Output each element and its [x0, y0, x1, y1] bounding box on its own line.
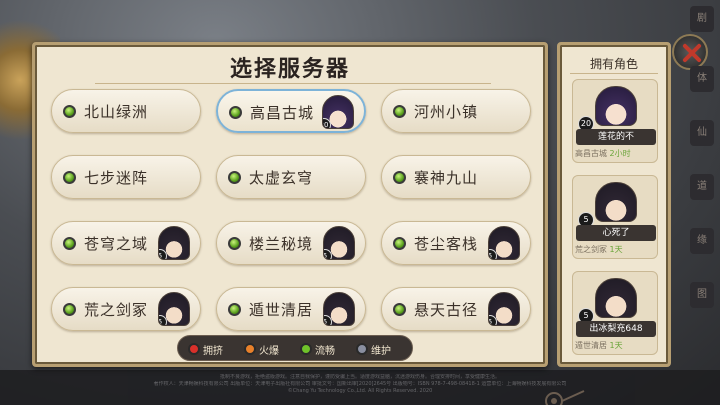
side-tab[interactable]: 缘 — [690, 228, 714, 254]
panel-title: 选择服务器 — [229, 56, 350, 82]
role-last-login: 1天 — [609, 245, 623, 254]
server-button[interactable]: 楼兰秘境 5 — [216, 221, 366, 265]
server-button[interactable]: 河州小镇 — [381, 89, 531, 133]
role-portrait-icon — [595, 86, 637, 126]
role-card[interactable]: 5 出冰梨充648 遁世清居 1天 — [572, 271, 658, 355]
role-server-info: 遁世清居 1天 — [575, 340, 657, 351]
role-avatar-icon: 5 — [158, 226, 190, 260]
server-button[interactable]: 悬天古径 5 — [381, 287, 531, 331]
role-avatar-icon: 5 — [488, 292, 520, 326]
legend-label: 火爆 — [259, 346, 279, 357]
server-name: 荒之剑冢 — [84, 301, 149, 319]
role-portrait-icon — [595, 278, 637, 318]
server-button[interactable]: 苍穹之域 5 — [51, 221, 201, 265]
server-name: 悬天古径 — [414, 301, 479, 319]
role-card[interactable]: 5 心死了 荒之剑冢 1天 — [572, 175, 658, 259]
status-dot-icon — [63, 105, 76, 118]
role-level-badge: 5 — [324, 249, 332, 259]
role-last-login: 2小时 — [609, 149, 631, 158]
legend-label: 维护 — [371, 346, 391, 357]
footer-line: 抵制不良游戏，拒绝盗版游戏。注意自我保护，谨防受骗上当。适度游戏益脑，沉迷游戏伤… — [219, 374, 500, 380]
scroll-ornament-icon — [545, 390, 585, 405]
role-name: 莲花的不 — [576, 129, 656, 145]
role-card[interactable]: 20 莲花的不 高昌古城 2小时 — [572, 79, 658, 163]
role-portrait-icon — [595, 182, 637, 222]
role-server-name: 高昌古城 — [575, 149, 610, 158]
legend-dot-icon — [244, 343, 256, 355]
role-server-info: 高昌古城 2小时 — [575, 148, 657, 159]
role-avatar-icon: 5 — [488, 226, 520, 260]
role-avatar-icon: 5 — [323, 292, 355, 326]
role-level-badge: 5 — [489, 315, 497, 325]
status-dot-icon — [393, 171, 406, 184]
status-dot-icon — [228, 303, 241, 316]
status-legend: 拥挤 火爆 流畅 维护 — [177, 335, 413, 361]
server-name: 河州小镇 — [414, 103, 479, 121]
footer-notice: 抵制不良游戏，拒绝盗版游戏。注意自我保护，谨防受骗上当。适度游戏益脑，沉迷游戏伤… — [0, 370, 720, 405]
title-divider — [570, 73, 658, 74]
status-dot-icon — [393, 303, 406, 316]
role-server-info: 荒之剑冢 1天 — [575, 244, 657, 255]
role-level-badge: 5 — [159, 249, 167, 259]
role-level-badge: 5 — [489, 249, 497, 259]
server-name: 苍尘客栈 — [414, 235, 479, 253]
role-name: 出冰梨充648 — [576, 321, 656, 337]
role-level-badge: 20 — [323, 118, 331, 128]
footer-line: ©Chang Yu Technology Co.,Ltd. All Rights… — [287, 388, 433, 394]
server-button[interactable]: 苍尘客栈 5 — [381, 221, 531, 265]
status-dot-icon — [63, 237, 76, 250]
server-name: 楼兰秘境 — [249, 235, 314, 253]
role-level-badge: 5 — [324, 315, 332, 325]
status-dot-icon — [228, 237, 241, 250]
status-dot-icon — [63, 171, 76, 184]
role-name: 心死了 — [576, 225, 656, 241]
legend-dot-icon — [188, 343, 200, 355]
server-name: 褰神九山 — [414, 169, 479, 187]
server-select-panel: 选择服务器 北山绿洲高昌古城20河州小镇七步迷阵太虚玄穹褰神九山苍穹之域5楼兰秘… — [32, 42, 585, 405]
owned-roles-panel: 拥有角色 20 莲花的不 高昌古城 2小时 5 心死了 荒之剑冢 1天 5 出冰梨充648 遁世… — [557, 42, 671, 367]
server-button[interactable]: 北山绿洲 — [51, 89, 201, 133]
status-dot-icon — [228, 171, 241, 184]
title-divider — [95, 83, 491, 84]
owned-roles-title: 拥有角色 — [589, 57, 638, 71]
role-level-badge: 5 — [159, 315, 167, 325]
role-avatar-icon: 5 — [323, 226, 355, 260]
server-grid: 北山绿洲高昌古城20河州小镇七步迷阵太虚玄穹褰神九山苍穹之域5楼兰秘境5苍尘客栈… — [51, 89, 535, 361]
server-name: 高昌古城 — [250, 104, 315, 122]
close-button[interactable] — [672, 34, 708, 70]
server-name: 北山绿洲 — [84, 103, 149, 121]
server-name: 苍穹之域 — [84, 235, 149, 253]
server-name: 遁世清居 — [249, 301, 314, 319]
side-tab[interactable]: 图 — [690, 282, 714, 308]
side-tab[interactable]: 剧 — [690, 6, 714, 32]
legend-label: 拥挤 — [203, 346, 223, 357]
footer-line: 著作权人：天津畅娱科技有限公司 出版单位：天津电子出版社有限公司 审批文号：国新… — [153, 381, 567, 387]
status-dot-icon — [393, 105, 406, 118]
role-server-name: 遁世清居 — [575, 341, 610, 350]
status-dot-icon — [393, 237, 406, 250]
legend-dot-icon — [300, 343, 312, 355]
role-avatar-icon: 20 — [322, 95, 354, 129]
server-button[interactable]: 七步迷阵 — [51, 155, 201, 199]
server-button[interactable]: 太虚玄穹 — [216, 155, 366, 199]
status-dot-icon — [229, 106, 242, 119]
legend-label: 流畅 — [315, 346, 335, 357]
side-tab[interactable]: 仙 — [690, 120, 714, 146]
server-name: 太虚玄穹 — [249, 169, 314, 187]
server-button[interactable]: 褰神九山 — [381, 155, 531, 199]
role-last-login: 1天 — [609, 341, 623, 350]
server-button[interactable]: 高昌古城 20 — [216, 89, 366, 133]
server-name: 七步迷阵 — [84, 169, 149, 187]
role-avatar-icon: 5 — [158, 292, 190, 326]
status-dot-icon — [63, 303, 76, 316]
side-tab[interactable]: 道 — [690, 174, 714, 200]
server-button[interactable]: 遁世清居 5 — [216, 287, 366, 331]
role-server-name: 荒之剑冢 — [575, 245, 610, 254]
server-button[interactable]: 荒之剑冢 5 — [51, 287, 201, 331]
legend-dot-icon — [356, 343, 368, 355]
side-tab[interactable]: 体 — [690, 66, 714, 92]
